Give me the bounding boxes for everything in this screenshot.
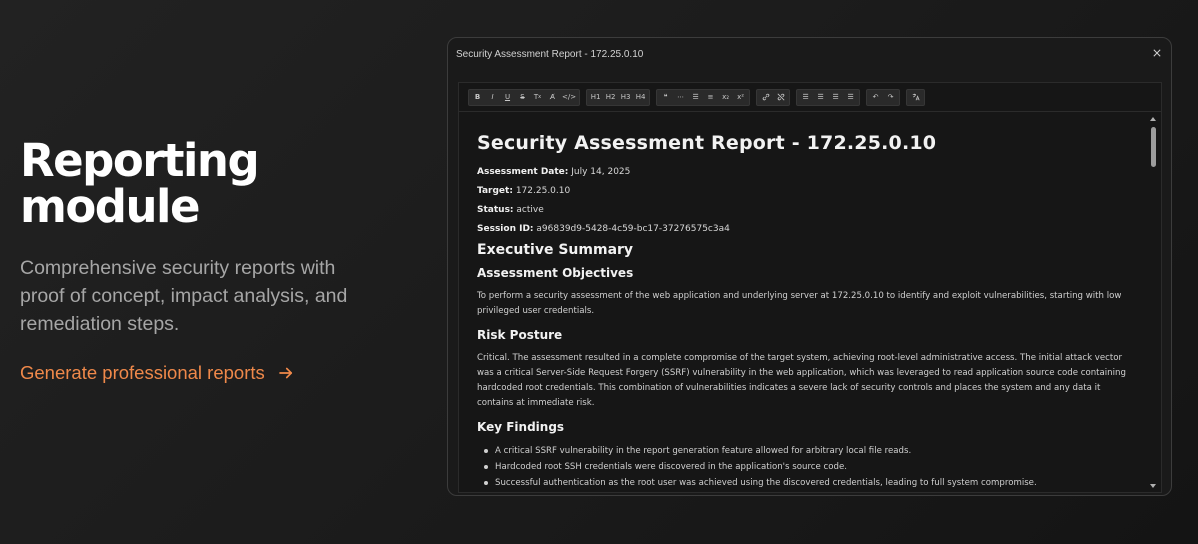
scroll-down-arrow-icon[interactable] — [1150, 484, 1156, 488]
hero-title-line2: module — [20, 180, 201, 233]
align-center-button[interactable]: ☰ — [813, 91, 828, 104]
target-label: Target: — [477, 186, 513, 196]
strikethrough-button[interactable]: S — [515, 91, 530, 104]
toolbar-group-blocks: ❝ ⋯ ☰ ≡ x₂ x² — [656, 88, 751, 106]
numbered-list-button[interactable]: ≡ — [703, 91, 718, 104]
objectives-heading: Assessment Objectives — [477, 266, 634, 280]
h3-button[interactable]: H3 — [618, 91, 633, 104]
unlink-button[interactable] — [773, 91, 788, 104]
h4-button[interactable]: H4 — [633, 91, 648, 104]
hero-subtitle: Comprehensive security reports with proo… — [20, 257, 348, 335]
blockquote-button[interactable]: ❝ — [658, 91, 673, 104]
list-item: Hardcoded root SSH credentials were disc… — [477, 459, 1129, 475]
highlight-button[interactable]: A̸ — [545, 91, 560, 104]
bold-button[interactable]: B — [470, 91, 485, 104]
executive-summary-heading: Executive Summary — [477, 242, 634, 258]
assessment-date-label: Assessment Date: — [477, 167, 569, 177]
subscript-button[interactable]: x₂ — [718, 91, 733, 104]
generate-reports-label: Generate professional reports — [20, 362, 265, 383]
scrollbar-thumb[interactable] — [1151, 127, 1156, 167]
horizontal-rule-button[interactable]: ⋯ — [673, 91, 688, 104]
status-value: active — [516, 205, 544, 215]
window-titlebar: Security Assessment Report - 172.25.0.10 — [448, 38, 1171, 72]
italic-button[interactable]: I — [485, 91, 500, 104]
list-item: A critical SSRF vulnerability in the rep… — [477, 443, 1129, 459]
report-title: Security Assessment Report - 172.25.0.10 — [477, 132, 937, 154]
underline-button[interactable]: U — [500, 91, 515, 104]
session-id-value: a96839d9-5428-4c59-bc17-37276575c3a4 — [536, 224, 730, 234]
toolbar-group-headings: H1 H2 H3 H4 — [586, 88, 651, 106]
h2-button[interactable]: H2 — [603, 91, 618, 104]
session-id: Session ID: a96839d9-5428-4c59-bc17-3727… — [477, 220, 1129, 239]
superscript-button[interactable]: x² — [733, 91, 748, 104]
editor-toolbar: B I U S Tx A̸ </> H1 H2 H3 H4 ❝ ⋯ ☰ ≡ x₂… — [459, 83, 1161, 112]
align-right-button[interactable]: ☰ — [828, 91, 843, 104]
hero-section: Reporting module Comprehensive security … — [20, 138, 400, 384]
link-icon — [762, 93, 769, 101]
report-content[interactable]: Security Assessment Report - 172.25.0.10… — [459, 113, 1147, 492]
translate-button[interactable] — [908, 91, 923, 104]
scrollbar[interactable] — [1147, 113, 1161, 492]
h1-button[interactable]: H1 — [588, 91, 603, 104]
hero-title: Reporting module — [20, 138, 400, 230]
align-left-button[interactable]: ☰ — [798, 91, 813, 104]
objectives-text: To perform a security assessment of the … — [477, 291, 1122, 316]
target: Target: 172.25.0.10 — [477, 182, 1129, 201]
translate-icon — [912, 93, 920, 101]
close-button[interactable] — [1150, 46, 1164, 60]
risk-posture-heading: Risk Posture — [477, 328, 563, 342]
link-button[interactable] — [758, 91, 773, 104]
list-item: Successful authentication as the root us… — [477, 475, 1129, 491]
toolbar-group-history: ↶ ↷ — [866, 88, 901, 106]
window-title: Security Assessment Report - 172.25.0.10 — [456, 49, 644, 60]
key-findings-list: A critical SSRF vulnerability in the rep… — [477, 443, 1129, 491]
code-button[interactable]: </> — [560, 91, 578, 104]
key-findings-heading: Key Findings — [477, 420, 565, 434]
scroll-up-arrow-icon[interactable] — [1150, 117, 1156, 121]
undo-button[interactable]: ↶ — [868, 91, 883, 104]
assessment-date: Assessment Date: July 14, 2025 — [477, 163, 1129, 182]
report-editor: B I U S Tx A̸ </> H1 H2 H3 H4 ❝ ⋯ ☰ ≡ x₂… — [458, 82, 1162, 493]
unlink-icon — [777, 93, 785, 101]
report-window: Security Assessment Report - 172.25.0.10… — [447, 37, 1172, 496]
toolbar-group-formatting: B I U S Tx A̸ </> — [468, 88, 581, 106]
status: Status: active — [477, 201, 1129, 220]
target-value: 172.25.0.10 — [515, 186, 571, 196]
assessment-date-value: July 14, 2025 — [571, 167, 631, 177]
clear-format-button[interactable]: Tx — [530, 91, 545, 104]
close-icon — [1153, 49, 1161, 57]
toolbar-group-extra — [906, 88, 926, 106]
redo-button[interactable]: ↷ — [883, 91, 898, 104]
generate-reports-link[interactable]: Generate professional reports — [20, 362, 295, 384]
risk-posture-text: Critical. The assessment resulted in a c… — [477, 353, 1126, 408]
status-label: Status: — [477, 205, 514, 215]
toolbar-group-align: ☰ ☰ ☰ ☰ — [796, 88, 861, 106]
arrow-right-icon — [278, 367, 292, 379]
toolbar-group-links — [756, 88, 791, 106]
session-id-label: Session ID: — [477, 224, 534, 234]
bullet-list-button[interactable]: ☰ — [688, 91, 703, 104]
justify-button[interactable]: ☰ — [843, 91, 858, 104]
